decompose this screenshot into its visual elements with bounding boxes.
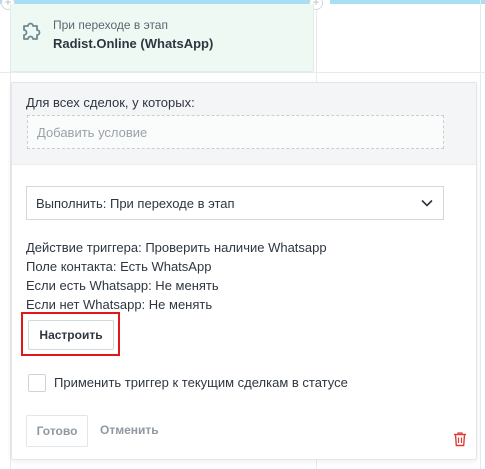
contact-field-line: Поле контакта: Есть WhatsApp [26,259,212,274]
row-divider [0,72,485,73]
conditions-section: Для всех сделок, у которых: Добавить усл… [12,83,476,165]
puzzle-icon [23,22,41,40]
trigger-caption: При переходе в этап [53,18,168,32]
execute-when-value: Выполнить: При переходе в этап [36,196,235,211]
trigger-summary: Действие триггера: Проверить наличие Wha… [26,238,327,314]
if-has-whatsapp-line: Если есть Whatsapp: Не менять [26,278,219,293]
apply-to-current-label[interactable]: Применить триггер к текущим сделкам в ст… [54,375,348,390]
done-button[interactable]: Готово [26,415,88,447]
execute-when-select[interactable]: Выполнить: При переходе в этап [26,186,444,220]
chevron-down-icon [421,199,433,207]
trash-icon[interactable] [453,431,467,447]
stage-color-bar-next [330,0,485,4]
setup-button[interactable]: Настроить [28,320,114,350]
trigger-name: Radist.Online (WhatsApp) [53,36,214,51]
conditions-label: Для всех сделок, у которых: [26,95,195,110]
column-divider [480,0,481,469]
add-condition-field[interactable]: Добавить условие [27,115,444,149]
trigger-stage-card[interactable]: При переходе в этап Radist.Online (Whats… [10,4,314,72]
trigger-settings-panel: Для всех сделок, у которых: Добавить усл… [11,82,477,460]
apply-to-current-checkbox[interactable] [28,374,46,392]
cancel-button[interactable]: Отменить [100,423,159,437]
trigger-action-line: Действие триггера: Проверить наличие Wha… [26,240,327,255]
